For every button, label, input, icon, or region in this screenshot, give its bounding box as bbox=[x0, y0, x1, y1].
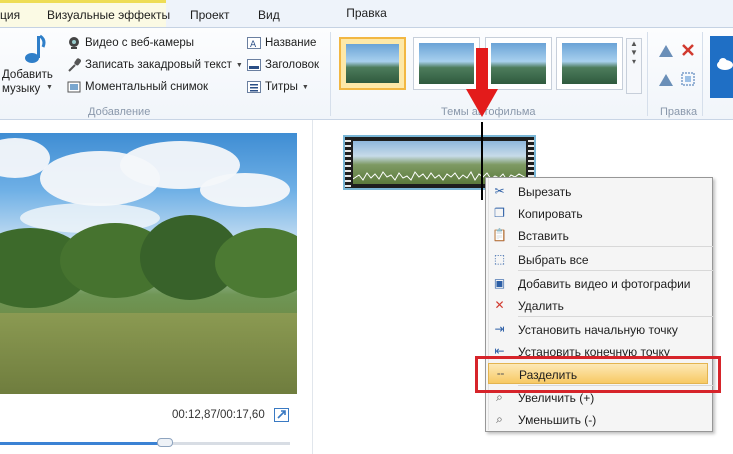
add-music-label: Добавить музыку bbox=[2, 69, 53, 95]
scroll-down-icon[interactable]: ▼ bbox=[627, 48, 641, 57]
menu-item-label: Увеличить (+) bbox=[518, 391, 595, 405]
theme-thumbnail-3[interactable] bbox=[485, 37, 552, 90]
menu-item-cut[interactable]: ✂ Вырезать bbox=[488, 181, 708, 202]
ribbon-tab-strip: ция Визуальные эффекты Проект Вид Правка bbox=[0, 0, 733, 28]
music-note-icon bbox=[25, 34, 46, 63]
annotation-highlight-box bbox=[475, 356, 721, 393]
pane-divider[interactable] bbox=[312, 120, 313, 454]
title-icon: A bbox=[247, 37, 261, 50]
paste-icon: 📋 bbox=[492, 228, 507, 242]
set-start-icon: ⇥ bbox=[494, 322, 505, 336]
select-all-icon: ⬚ bbox=[493, 252, 506, 266]
menu-item-label: Вставить bbox=[518, 229, 569, 243]
timeline-playhead[interactable] bbox=[481, 122, 483, 200]
zoom-out-icon: ⌕ bbox=[496, 412, 503, 426]
tab-edit-label: Правка bbox=[346, 6, 387, 20]
preview-cloud bbox=[200, 173, 290, 207]
webcam-video-button[interactable]: Видео с веб-камеры bbox=[67, 36, 194, 50]
remove-icon[interactable] bbox=[681, 43, 695, 57]
group-label-add: Добавление bbox=[88, 106, 151, 118]
record-narration-dropdown-icon[interactable]: ▼ bbox=[236, 62, 243, 69]
menu-item-add-media[interactable]: ▣ Добавить видео и фотографии bbox=[488, 273, 708, 294]
scroll-up-icon[interactable]: ▲ bbox=[627, 39, 641, 48]
rotate-right-icon[interactable] bbox=[658, 73, 674, 87]
group-label-edit: Правка bbox=[660, 106, 698, 118]
cloud-icon bbox=[717, 58, 733, 70]
preview-grass bbox=[0, 313, 297, 394]
theme-thumbnail-4[interactable] bbox=[556, 37, 623, 90]
menu-item-copy[interactable]: ❐ Копировать bbox=[488, 203, 708, 224]
record-narration-label: Записать закадровый текст bbox=[85, 59, 232, 71]
webcam-video-label: Видео с веб-камеры bbox=[85, 37, 195, 49]
credits-button[interactable]: Титры ▼ bbox=[247, 80, 309, 94]
select-all-ribbon-icon[interactable] bbox=[681, 72, 695, 86]
theme-thumbnail-2[interactable] bbox=[413, 37, 480, 90]
menu-item-label: Копировать bbox=[518, 207, 583, 221]
title-button[interactable]: A Название bbox=[247, 36, 316, 50]
menu-separator bbox=[518, 316, 713, 317]
credits-icon bbox=[247, 81, 261, 93]
ribbon-separator bbox=[702, 32, 703, 116]
expand-arrow-icon bbox=[277, 410, 286, 419]
film-sprockets-left bbox=[345, 137, 351, 188]
rotate-left-icon[interactable] bbox=[658, 44, 674, 58]
gallery-expand-icon[interactable]: ▾ bbox=[627, 57, 641, 66]
scissors-icon: ✂ bbox=[494, 184, 505, 198]
theme-preview-image bbox=[346, 44, 399, 83]
theme-thumbnail-1[interactable] bbox=[339, 37, 406, 90]
themes-gallery-scroll[interactable]: ▲ ▼ ▾ bbox=[626, 38, 642, 94]
snapshot-button[interactable]: Моментальный снимок bbox=[67, 80, 208, 94]
menu-item-label: Выбрать все bbox=[518, 253, 589, 267]
webcam-icon bbox=[69, 37, 79, 49]
credits-label: Титры bbox=[265, 81, 298, 93]
onedrive-button[interactable] bbox=[710, 36, 733, 98]
microphone-icon bbox=[68, 58, 81, 72]
theme-preview-image bbox=[491, 43, 546, 84]
theme-preview-image bbox=[419, 43, 474, 84]
copy-icon: ❐ bbox=[494, 206, 505, 220]
menu-item-label: Вырезать bbox=[518, 185, 572, 199]
preview-bush bbox=[215, 228, 297, 298]
seek-bar-progress bbox=[0, 442, 165, 445]
add-music-button[interactable]: Добавить музыку ▼ bbox=[0, 34, 60, 98]
menu-item-zoom-out[interactable]: ⌕ Уменьшить (-) bbox=[488, 409, 708, 430]
caption-icon bbox=[247, 59, 261, 71]
ribbon-separator bbox=[647, 32, 648, 116]
svg-text:A: A bbox=[250, 40, 257, 50]
playback-timecode: 00:12,87/00:17,60 bbox=[172, 409, 265, 421]
video-preview[interactable] bbox=[0, 133, 297, 394]
menu-item-set-start[interactable]: ⇥ Установить начальную точку bbox=[488, 319, 708, 340]
menu-item-paste[interactable]: 📋 Вставить bbox=[488, 225, 708, 246]
delete-icon: ✕ bbox=[494, 298, 505, 312]
ribbon-separator bbox=[330, 32, 331, 116]
annotation-arrow-head bbox=[466, 89, 498, 117]
title-label: Название bbox=[265, 37, 317, 49]
theme-preview-image bbox=[562, 43, 617, 84]
snapshot-label: Моментальный снимок bbox=[85, 81, 209, 93]
caption-button[interactable]: Заголовок bbox=[247, 58, 319, 72]
annotation-arrow bbox=[476, 48, 488, 90]
menu-separator bbox=[518, 270, 713, 271]
menu-item-label: Уменьшить (-) bbox=[518, 413, 597, 427]
caption-label: Заголовок bbox=[265, 59, 320, 71]
add-media-icon: ▣ bbox=[493, 276, 506, 290]
menu-separator bbox=[518, 246, 713, 247]
add-music-dropdown-icon[interactable]: ▼ bbox=[46, 84, 53, 91]
tab-edit-context[interactable]: Правка bbox=[0, 0, 387, 27]
menu-item-label: Установить начальную точку bbox=[518, 323, 678, 337]
menu-item-label: Добавить видео и фотографии bbox=[518, 277, 691, 291]
credits-dropdown-icon[interactable]: ▼ bbox=[302, 84, 309, 91]
snapshot-icon bbox=[67, 81, 81, 93]
menu-item-label: Удалить bbox=[518, 299, 564, 313]
menu-item-select-all[interactable]: ⬚ Выбрать все bbox=[488, 249, 708, 270]
fullscreen-icon[interactable] bbox=[274, 408, 289, 422]
seek-bar-thumb[interactable] bbox=[157, 438, 173, 447]
menu-item-delete[interactable]: ✕ Удалить bbox=[488, 295, 708, 316]
record-narration-button[interactable]: Записать закадровый текст ▼ bbox=[67, 58, 243, 72]
